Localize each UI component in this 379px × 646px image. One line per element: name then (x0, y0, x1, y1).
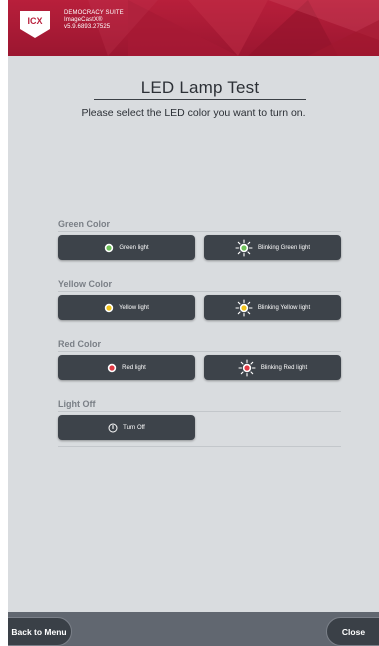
blinking-yellow-light-button[interactable]: Blinking Yellow light (204, 295, 341, 320)
light-off-section-divider (58, 411, 341, 412)
product-line2: ImageCastX® (64, 17, 103, 23)
blinking-yellow-led-icon (235, 298, 253, 317)
blinking-red-light-label: Blinking Red light (260, 364, 308, 371)
yellow-led-icon (104, 303, 114, 313)
blinking-yellow-light-label: Blinking Yellow light (257, 304, 311, 311)
red-light-button[interactable]: Red light (58, 355, 195, 380)
title-underline (94, 99, 306, 100)
page-title: LED Lamp Test (140, 78, 260, 97)
green-led-icon (104, 243, 114, 253)
header-banner: ICX DEMOCRACY SUITE ImageCastX® v5.9.689… (8, 0, 379, 56)
green-light-button[interactable]: Green light (58, 235, 195, 260)
yellow-section-divider (58, 291, 341, 292)
green-section-divider (58, 231, 341, 232)
icx-logo: ICX (18, 9, 52, 39)
back-to-menu-button[interactable]: Back to Menu (8, 617, 72, 646)
close-button[interactable]: Close (326, 617, 379, 646)
logo-text: ICX (27, 16, 42, 26)
light-off-section-label: Light Off (58, 399, 96, 409)
yellow-light-button[interactable]: Yellow light (58, 295, 195, 320)
blinking-red-light-button[interactable]: Blinking Red light (204, 355, 341, 380)
red-section-label: Red Color (58, 339, 102, 349)
yellow-light-label: Yellow light (119, 304, 149, 311)
red-light-label: Red light (122, 364, 146, 371)
version-text: v5.9.6893.27525 (64, 24, 111, 30)
green-light-label: Green light (119, 244, 149, 251)
blinking-green-light-label: Blinking Green light (257, 244, 311, 251)
blinking-green-led-icon (235, 238, 253, 257)
page-subtitle: Please select the LED color you want to … (81, 107, 306, 119)
red-led-icon (107, 363, 117, 373)
turn-off-button[interactable]: Turn Off (58, 415, 195, 440)
yellow-section-label: Yellow Color (58, 279, 113, 289)
power-off-icon (108, 423, 118, 433)
product-line1: DEMOCRACY SUITE (64, 10, 124, 16)
green-section-label: Green Color (58, 219, 111, 229)
red-section-divider (58, 351, 341, 352)
blinking-red-led-icon (238, 358, 256, 377)
app-frame: ICX DEMOCRACY SUITE ImageCastX® v5.9.689… (8, 0, 379, 646)
light-off-bottom-divider (58, 446, 341, 447)
blinking-green-light-button[interactable]: Blinking Green light (204, 235, 341, 260)
turn-off-label: Turn Off (123, 424, 145, 431)
product-info: DEMOCRACY SUITE ImageCastX® v5.9.6893.27… (64, 10, 124, 31)
